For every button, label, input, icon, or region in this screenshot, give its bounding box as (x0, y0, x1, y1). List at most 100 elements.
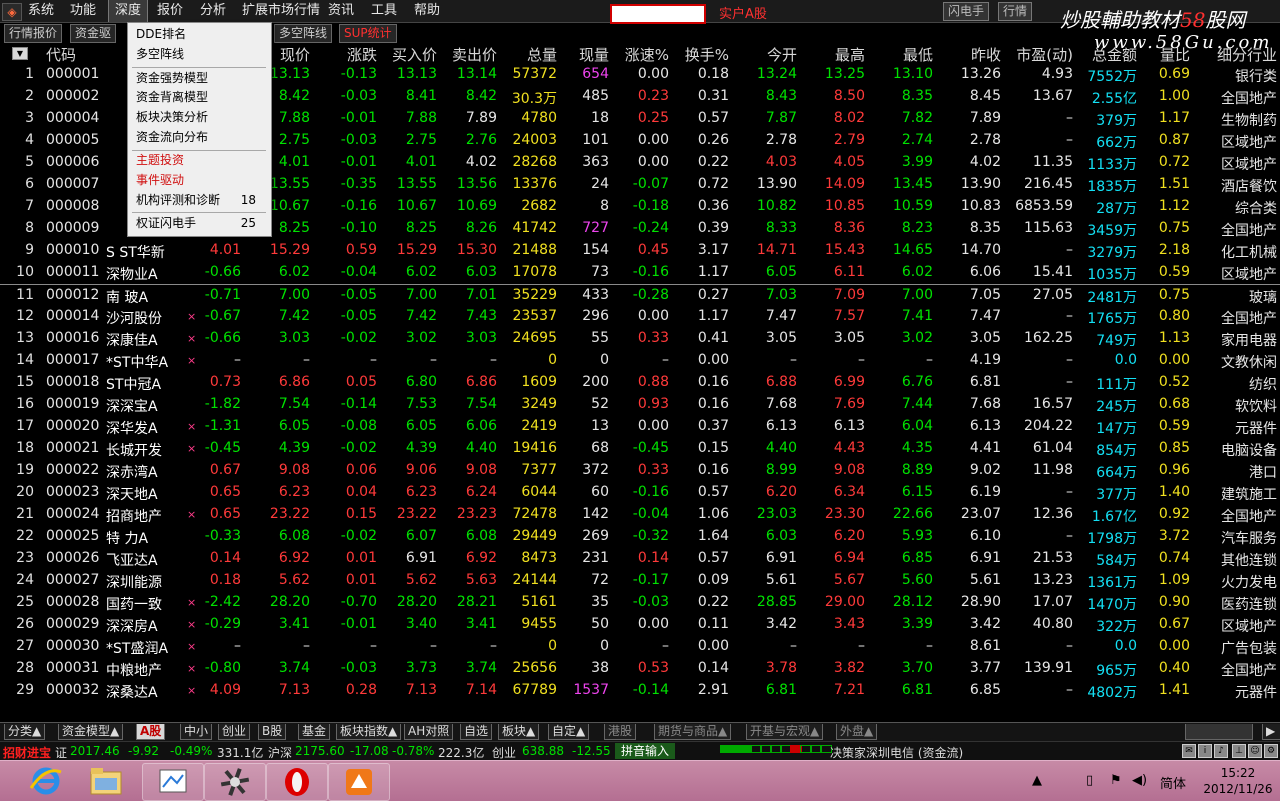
bell-icon[interactable]: ♪ (1214, 744, 1228, 758)
tab-category[interactable]: 分类▲ (4, 724, 46, 740)
table-row[interactable]: 27 000030 *ST盛润A × – – – – – 0 0 – 0.00 – – – 8.61 – 0.0 0.… (0, 636, 1280, 658)
tab-a-share[interactable]: A股 (136, 724, 166, 740)
table-row[interactable]: 21 000024 招商地产 × 0.65 23.22 0.15 23.22 23.23 7247… (0, 504, 1280, 526)
menu-item-institution-review[interactable]: 机构评测和诊断 18 (136, 191, 264, 209)
stock-search-input[interactable] (610, 4, 706, 24)
app-logo-icon[interactable]: ◈ (2, 3, 22, 21)
table-row[interactable]: 12 000014 沙河股份 × -0.67 7.42 -0.05 7.42 7.43 23537… (0, 306, 1280, 328)
menu-item-strong-model[interactable]: 资金强势模型 (136, 69, 264, 87)
tray-expand-icon[interactable]: ▲ (1032, 773, 1042, 788)
tab-chinext[interactable]: 创业 (218, 724, 251, 740)
menu-function[interactable]: 功能 (64, 0, 102, 22)
menu-news[interactable]: 资讯 (322, 0, 360, 22)
table-row[interactable]: 24 000027 深圳能源 0.18 5.62 0.01 5.62 5.63 24144 72 -… (0, 570, 1280, 592)
menu-help[interactable]: 帮助 (408, 0, 446, 22)
file-explorer-icon[interactable] (76, 763, 136, 799)
antenna-icon[interactable]: ⊥ (1232, 744, 1246, 758)
tray-language[interactable]: 简体 (1160, 773, 1186, 792)
tab-sup-stats[interactable]: SUP统计 (339, 24, 397, 43)
table-row[interactable]: 16 000019 深深宝A -1.82 7.54 -0.14 7.53 7.54 3249 52… (0, 394, 1280, 416)
internet-explorer-icon[interactable] (16, 763, 76, 799)
mail-icon[interactable]: ✉ (1182, 744, 1196, 758)
settings-icon[interactable]: ⚙ (1264, 744, 1278, 758)
col-low-header[interactable]: 最低 (903, 44, 933, 65)
menu-tools[interactable]: 工具 (365, 0, 403, 22)
table-row[interactable]: 22 000025 特 力A -0.33 6.08 -0.02 6.07 6.08 29449 2… (0, 526, 1280, 548)
menu-quote[interactable]: 报价 (151, 0, 189, 22)
tab-futures[interactable]: 期货与商品▲ (654, 724, 732, 740)
tab-sme[interactable]: 中小 (180, 724, 213, 740)
col-turnover-header[interactable]: 换手% (685, 44, 729, 65)
col-price-header[interactable]: 现价 (280, 44, 310, 65)
person-icon[interactable]: ☺ (1248, 744, 1262, 758)
col-vol-ratio-header[interactable]: 量比 (1160, 44, 1190, 65)
tab-watchlist[interactable]: 自选 (460, 724, 493, 740)
menu-item-theme-investing[interactable]: 主题投资 (136, 151, 264, 169)
tray-device-icon[interactable]: ▯ (1086, 773, 1093, 788)
table-row[interactable]: 13 000016 深康佳A × -0.66 3.03 -0.02 3.02 3.03 24695… (0, 328, 1280, 350)
tab-custom[interactable]: 自定▲ (548, 724, 590, 740)
table-row[interactable]: 15 000018 ST中冠A 0.73 6.86 0.05 6.80 6.86 1609 200… (0, 372, 1280, 394)
table-row[interactable]: 20 000023 深天地A 0.65 6.23 0.04 6.23 6.24 6044 60 -0… (0, 482, 1280, 504)
flash-trade-button[interactable]: 闪电手 (943, 2, 990, 21)
menu-system[interactable]: 系统 (22, 0, 60, 22)
taskbar-clock[interactable]: 15:22 2012/11/26 (1198, 765, 1278, 797)
col-pe-header[interactable]: 市盈(动) (1016, 44, 1073, 65)
menu-item-event-driven[interactable]: 事件驱动 (136, 171, 264, 189)
col-industry-header[interactable]: 细分行业 (1217, 44, 1277, 65)
table-row[interactable]: 28 000031 中粮地产 × -0.80 3.74 -0.03 3.73 3.74 25656… (0, 658, 1280, 680)
horizontal-scrollbar[interactable] (1185, 724, 1253, 740)
menu-item-dde-rank[interactable]: DDE排名 (136, 25, 264, 43)
col-bid-header[interactable]: 买入价 (392, 44, 437, 65)
col-cur-volume-header[interactable]: 现量 (579, 44, 609, 65)
table-row[interactable]: 29 000032 深桑达A × 4.09 7.13 0.28 7.13 7.14 67789 15… (0, 680, 1280, 702)
gear-app-icon[interactable] (204, 763, 266, 801)
tab-fund[interactable]: 基金 (298, 724, 331, 740)
col-change-header[interactable]: 涨跌 (347, 44, 377, 65)
tab-capital[interactable]: 资金驱 (70, 24, 117, 43)
col-open-header[interactable]: 今开 (767, 44, 797, 65)
table-row[interactable]: 25 000028 国药一致 × -2.42 28.20 -0.70 28.20 28.21 51… (0, 592, 1280, 614)
col-volume-header[interactable]: 总量 (527, 44, 557, 65)
tab-sector-index[interactable]: 板块指数▲ (336, 724, 402, 740)
table-row[interactable]: 9 000010 S ST华新 4.01 15.29 0.59 15.29 15.30 2148… (0, 240, 1280, 262)
paint-icon[interactable] (142, 763, 204, 801)
quote-button[interactable]: 行情 (998, 2, 1033, 21)
tab-hk-stock[interactable]: 港股 (604, 724, 637, 740)
col-speed-header[interactable]: 涨速% (625, 44, 669, 65)
tray-volume-icon[interactable]: ◀) (1132, 773, 1147, 788)
tab-quotes[interactable]: 行情报价 (4, 24, 63, 43)
trading-app-icon[interactable] (328, 763, 390, 801)
tab-overseas[interactable]: 外盘▲ (836, 724, 878, 740)
col-high-header[interactable]: 最高 (835, 44, 865, 65)
menu-item-sector-analysis[interactable]: 板块决策分析 (136, 108, 264, 126)
tab-long-short[interactable]: 多空阵线 (274, 24, 333, 43)
menu-analysis[interactable]: 分析 (194, 0, 232, 22)
col-ask-header[interactable]: 卖出价 (452, 44, 497, 65)
tab-ah-compare[interactable]: AH对照 (404, 724, 454, 740)
table-row[interactable]: 18 000021 长城开发 × -0.45 4.39 -0.02 4.39 4.40 19416… (0, 438, 1280, 460)
table-row[interactable]: 19 000022 深赤湾A 0.67 9.08 0.06 9.06 9.08 7377 372 0… (0, 460, 1280, 482)
table-row[interactable]: 26 000029 深深房A × -0.29 3.41 -0.01 3.40 3.41 9455 5… (0, 614, 1280, 636)
tab-funds-macro[interactable]: 开基与宏观▲ (746, 724, 824, 740)
table-row[interactable]: 23 000026 飞亚达A 0.14 6.92 0.01 6.91 6.92 8473 231 0… (0, 548, 1280, 570)
menu-extended-market[interactable]: 扩展市场行情 (236, 0, 326, 22)
menu-item-divergence-model[interactable]: 资金背离模型 (136, 88, 264, 106)
menu-item-flow-distribution[interactable]: 资金流向分布 (136, 128, 264, 146)
tab-b-share[interactable]: B股 (258, 724, 287, 740)
table-row[interactable]: 14 000017 *ST中华A × – – – – – 0 0 – 0.00 – – – 4.19 – 0.0 0.… (0, 350, 1280, 372)
col-prev-close-header[interactable]: 昨收 (971, 44, 1001, 65)
tab-capital-model[interactable]: 资金模型▲ (58, 724, 124, 740)
table-row[interactable]: 10 000011 深物业A -0.66 6.02 -0.04 6.02 6.03 17078 7… (0, 262, 1280, 284)
info-icon[interactable]: i (1198, 744, 1212, 758)
tab-sector[interactable]: 板块▲ (498, 724, 540, 740)
col-code-header[interactable]: 代码 (46, 44, 76, 65)
ime-indicator[interactable]: 拼音输入 (615, 743, 676, 759)
table-row[interactable]: 11 000012 南 玻A -0.71 7.00 -0.05 7.00 7.01 35229 4… (0, 284, 1280, 307)
table-row[interactable]: 17 000020 深华发A × -1.31 6.05 -0.08 6.05 6.06 2419 1… (0, 416, 1280, 438)
scroll-right-icon[interactable]: ▶ (1262, 724, 1280, 740)
col-amount-header[interactable]: 总金额 (1092, 44, 1137, 65)
tray-flag-icon[interactable]: ⚑ (1110, 773, 1122, 788)
menu-depth[interactable]: 深度 (108, 0, 149, 22)
menu-item-warrant-flash[interactable]: 权证闪电手 25 (136, 214, 264, 232)
